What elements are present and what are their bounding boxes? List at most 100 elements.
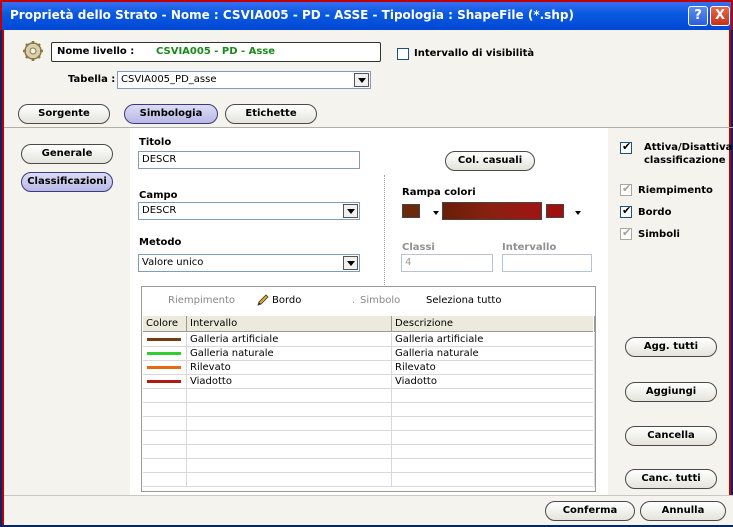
column-header-intervallo[interactable]: Intervallo — [187, 316, 392, 332]
cell-description — [392, 417, 595, 431]
color-ramp-label: Rampa colori — [402, 187, 476, 198]
layer-properties-window: Proprietà dello Strato - Nome : CSVIA005… — [0, 0, 733, 527]
fill-checkbox[interactable] — [620, 182, 632, 196]
cell-description: Viadotto — [392, 375, 595, 389]
empty-table-row — [143, 417, 595, 431]
table-row[interactable]: Galleria artificiale Galleria artificiale — [143, 333, 595, 347]
chevron-down-icon[interactable] — [354, 73, 369, 87]
ramp-end-swatch[interactable] — [546, 204, 564, 218]
classes-label: Classi — [402, 242, 435, 253]
interval-input[interactable] — [502, 254, 592, 272]
symbol-tool[interactable]: Simbolo — [360, 295, 400, 306]
cell-description — [392, 403, 595, 417]
tab-etichette[interactable]: Etichette — [225, 104, 317, 124]
classes-table: Riempimento Bordo . Simbolo Seleziona tu… — [141, 286, 596, 492]
empty-table-row — [143, 459, 595, 473]
cell-description — [392, 389, 595, 403]
cell-description — [392, 445, 595, 459]
cell-interval: Galleria naturale — [187, 347, 392, 361]
pencil-icon — [257, 294, 269, 306]
cell-color — [143, 375, 187, 389]
nav-generale[interactable]: Generale — [21, 144, 113, 164]
classes-input[interactable]: 4 — [401, 254, 493, 272]
symbol-tool-dot: . — [352, 295, 356, 306]
column-header-colore[interactable]: Colore — [143, 316, 187, 332]
border-tool[interactable]: Bordo — [272, 295, 301, 306]
classification-toggle-label: Attiva/Disattiva classificazione — [644, 142, 733, 166]
help-button[interactable]: ? — [688, 6, 708, 26]
cell-interval — [187, 445, 392, 459]
fill-label: Riempimento — [638, 185, 713, 196]
dialog-body: Nome livello : CSVIA005 - PD - Asse Inte… — [2, 30, 733, 525]
color-line-sample — [147, 380, 181, 383]
method-label: Metodo — [139, 237, 182, 248]
title-input[interactable]: DESCR — [138, 151, 360, 169]
cell-color — [143, 445, 187, 459]
tab-sorgente[interactable]: Sorgente — [18, 104, 110, 124]
cell-color — [143, 361, 187, 375]
cell-interval — [187, 389, 392, 403]
add-button[interactable]: Aggiungi — [625, 382, 717, 402]
fill-tool[interactable]: Riempimento — [168, 295, 235, 306]
method-select[interactable]: Valore unico — [138, 254, 360, 272]
cell-interval — [187, 431, 392, 445]
table-row[interactable]: Rilevato Rilevato — [143, 361, 595, 375]
chevron-down-icon[interactable] — [433, 211, 439, 215]
table-row[interactable]: Galleria naturale Galleria naturale — [143, 347, 595, 361]
cell-interval: Galleria artificiale — [187, 333, 392, 347]
table-select-value: CSVIA005_PD_asse — [121, 74, 217, 85]
method-select-value: Valore unico — [142, 257, 204, 268]
column-header-descrizione[interactable]: Descrizione — [392, 316, 595, 332]
empty-table-row — [143, 389, 595, 403]
chevron-down-icon[interactable] — [343, 256, 358, 270]
window-title: Proprietà dello Strato - Nome : CSVIA005… — [10, 8, 574, 22]
chevron-down-icon[interactable] — [575, 211, 581, 215]
cancel-button[interactable]: Annulla — [640, 501, 726, 521]
layer-name-label: Nome livello : — [57, 46, 135, 57]
tab-simbologia[interactable]: Simbologia — [124, 104, 218, 124]
border-label: Bordo — [638, 207, 672, 218]
select-all-tool[interactable]: Seleziona tutto — [426, 295, 501, 306]
empty-table-row — [143, 431, 595, 445]
confirm-button[interactable]: Conferma — [545, 501, 635, 521]
color-line-sample — [147, 366, 181, 369]
cell-color — [143, 417, 187, 431]
chevron-down-icon[interactable] — [343, 204, 358, 218]
color-line-sample — [147, 338, 181, 341]
empty-table-row — [143, 445, 595, 459]
cell-interval — [187, 403, 392, 417]
field-select-value: DESCR — [142, 205, 177, 216]
table-label: Tabella : — [68, 74, 116, 85]
cell-color — [143, 431, 187, 445]
field-select[interactable]: DESCR — [138, 202, 360, 220]
title-label: Titolo — [139, 137, 172, 148]
classification-toggle-checkbox[interactable] — [620, 140, 632, 154]
cell-color — [143, 459, 187, 473]
cell-color — [143, 347, 187, 361]
table-toolbar: Riempimento Bordo . Simbolo Seleziona tu… — [142, 287, 595, 317]
cell-color — [143, 473, 187, 487]
table-header: Colore Intervallo Descrizione — [143, 316, 595, 332]
symbols-label: Simboli — [638, 229, 680, 240]
symbols-checkbox[interactable] — [620, 226, 632, 240]
visibility-range-checkbox[interactable] — [397, 48, 409, 60]
table-select[interactable]: CSVIA005_PD_asse — [117, 71, 371, 89]
title-bar[interactable]: Proprietà dello Strato - Nome : CSVIA005… — [0, 0, 733, 30]
color-ramp-preview[interactable] — [442, 202, 542, 220]
layer-name-field[interactable]: Nome livello : CSVIA005 - PD - Asse — [51, 42, 381, 62]
close-button[interactable]: X — [710, 6, 730, 26]
random-colors-button[interactable]: Col. casuali — [445, 151, 535, 171]
field-label: Campo — [139, 190, 178, 201]
nav-classificazioni[interactable]: Classificazioni — [21, 172, 113, 192]
delete-button[interactable]: Cancella — [625, 426, 717, 446]
cell-description: Galleria naturale — [392, 347, 595, 361]
update-all-button[interactable]: Agg. tutti — [625, 337, 717, 357]
empty-table-row — [143, 403, 595, 417]
cell-interval — [187, 473, 392, 487]
table-row[interactable]: Viadotto Viadotto — [143, 375, 595, 389]
cell-interval — [187, 417, 392, 431]
delete-all-button[interactable]: Canc. tutti — [625, 469, 717, 489]
ramp-start-swatch[interactable] — [402, 204, 420, 218]
visibility-range-label: Intervallo di visibilità — [414, 48, 535, 59]
border-checkbox[interactable] — [620, 204, 632, 218]
